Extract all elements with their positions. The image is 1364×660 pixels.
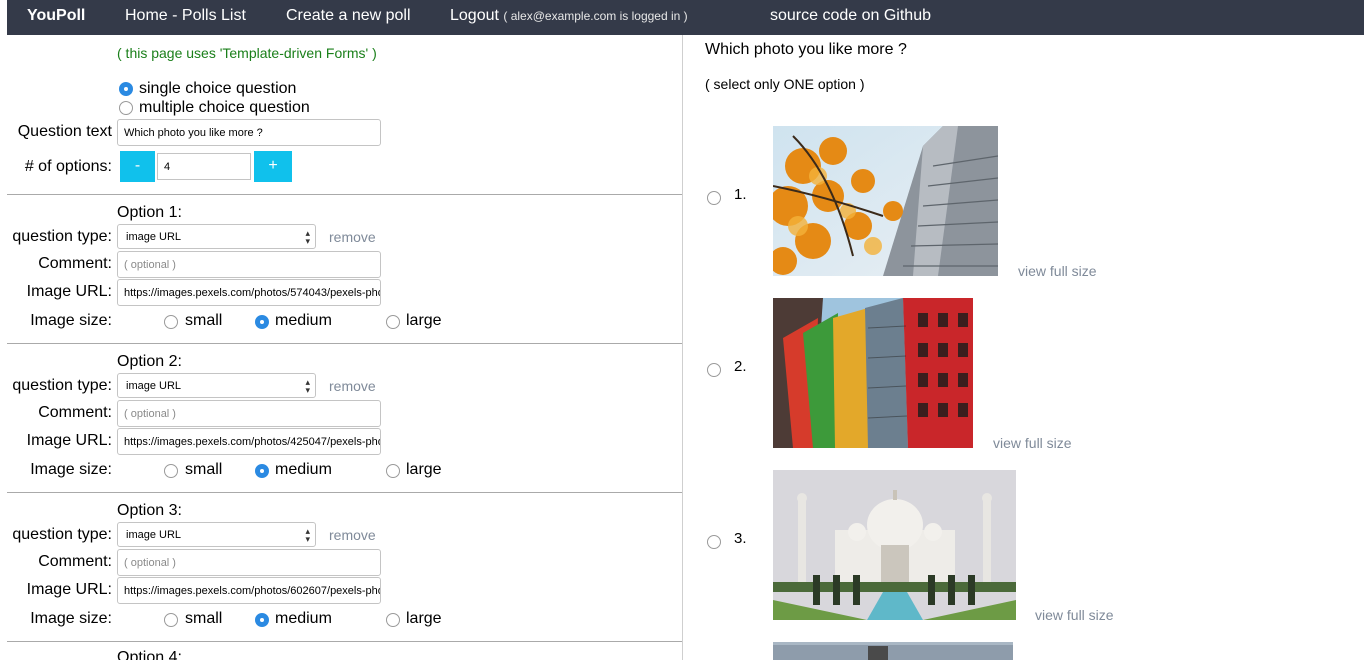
brand-link[interactable]: YouPoll [27, 7, 85, 25]
nav-logout-link[interactable]: Logout ( alex@example.com is logged in ) [450, 7, 688, 25]
divider [7, 194, 682, 195]
option-1-size-medium-radio[interactable] [255, 315, 269, 329]
option-2-comment-label: Comment: [38, 404, 112, 421]
option-2-size-medium-radio[interactable] [255, 464, 269, 478]
option-2-size-small-label: small [185, 461, 223, 478]
increase-options-button[interactable]: + [254, 151, 292, 182]
preview-option-2-view-full-link[interactable]: view full size [993, 435, 1072, 451]
option-1-comment-label: Comment: [38, 255, 112, 272]
preview-option-2-radio[interactable] [707, 363, 721, 377]
option-2-size-large-label: large [406, 461, 442, 478]
option-1-size-medium-label: medium [275, 312, 332, 329]
logout-label[interactable]: Logout [450, 7, 499, 24]
num-options-input[interactable]: 4 [157, 153, 251, 180]
option-2-url-input[interactable]: https://images.pexels.com/photos/425047/… [117, 428, 381, 455]
option-1-size-small-radio[interactable] [164, 315, 178, 329]
single-choice-radio[interactable] [119, 82, 133, 96]
option-3-type-label: question type: [12, 526, 112, 543]
option-1-title: Option 1: [117, 204, 182, 221]
preview-option-2-number: 2. [734, 358, 747, 375]
preview-option-2-photo [773, 298, 973, 448]
option-2-type-value: image URL [126, 380, 182, 392]
option-1-type-select[interactable]: image URL ▴ ▾ [117, 224, 316, 249]
chevron-updown-icon: ▴ ▾ [305, 526, 310, 544]
option-2-url-label: Image URL: [26, 432, 112, 449]
template-note: ( this page uses 'Template-driven Forms'… [117, 45, 377, 61]
option-3-url-label: Image URL: [26, 581, 112, 598]
poll-form: ( this page uses 'Template-driven Forms'… [7, 35, 683, 660]
preview-option-3-view-full-link[interactable]: view full size [1035, 607, 1114, 623]
option-3-size-medium-radio[interactable] [255, 613, 269, 627]
preview-option-1-photo [773, 126, 998, 276]
option-2-size-large-radio[interactable] [386, 464, 400, 478]
option-1-size-small-label: small [185, 312, 223, 329]
option-2-type-label: question type: [12, 377, 112, 394]
option-1-size-label: Image size: [30, 312, 112, 329]
preview-option-3-photo [773, 470, 1016, 620]
option-1-size-large-radio[interactable] [386, 315, 400, 329]
preview-option-1-radio[interactable] [707, 191, 721, 205]
option-1-remove-link[interactable]: remove [329, 229, 376, 245]
question-text-label: Question text [17, 123, 112, 140]
preview-option-1-view-full-link[interactable]: view full size [1018, 263, 1097, 279]
option-3-size-small-label: small [185, 610, 223, 627]
nav-source-link[interactable]: source code on Github [770, 7, 931, 25]
option-4-title: Option 4: [117, 649, 182, 660]
preview-option-3-number: 3. [734, 530, 747, 547]
option-1-url-label: Image URL: [26, 283, 112, 300]
option-3-size-small-radio[interactable] [164, 613, 178, 627]
option-3-title: Option 3: [117, 502, 182, 519]
divider [7, 492, 682, 493]
option-1-size-large-label: large [406, 312, 442, 329]
preview-option-3-radio[interactable] [707, 535, 721, 549]
option-1-type-label: question type: [12, 228, 112, 245]
option-2-comment-input[interactable]: ( optional ) [117, 400, 381, 427]
option-2-size-small-radio[interactable] [164, 464, 178, 478]
chevron-updown-icon: ▴ ▾ [305, 377, 310, 395]
divider [7, 641, 682, 642]
num-options-label: # of options: [24, 158, 112, 175]
divider [7, 343, 682, 344]
option-3-size-large-radio[interactable] [386, 613, 400, 627]
option-3-type-select[interactable]: image URL ▴ ▾ [117, 522, 316, 547]
top-navbar: YouPoll Home - Polls List Create a new p… [7, 0, 1364, 35]
option-2-size-medium-label: medium [275, 461, 332, 478]
option-2-title: Option 2: [117, 353, 182, 370]
option-1-url-input[interactable]: https://images.pexels.com/photos/574043/… [117, 279, 381, 306]
nav-home-link[interactable]: Home - Polls List [125, 7, 246, 25]
option-3-size-large-label: large [406, 610, 442, 627]
chevron-updown-icon: ▴ ▾ [305, 228, 310, 246]
option-3-url-input[interactable]: https://images.pexels.com/photos/602607/… [117, 577, 381, 604]
option-3-comment-input[interactable]: ( optional ) [117, 549, 381, 576]
multiple-choice-radio[interactable] [119, 101, 133, 115]
option-2-remove-link[interactable]: remove [329, 378, 376, 394]
option-3-comment-label: Comment: [38, 553, 112, 570]
option-1-type-value: image URL [126, 231, 182, 243]
preview-question: Which photo you like more ? [705, 41, 907, 58]
poll-preview: Which photo you like more ? ( select onl… [684, 35, 1364, 660]
option-3-size-label: Image size: [30, 610, 112, 627]
single-choice-label: single choice question [139, 80, 297, 97]
option-2-type-select[interactable]: image URL ▴ ▾ [117, 373, 316, 398]
option-3-size-medium-label: medium [275, 610, 332, 627]
option-3-type-value: image URL [126, 529, 182, 541]
multiple-choice-label: multiple choice question [139, 99, 310, 116]
decrease-options-button[interactable]: - [120, 151, 155, 182]
option-3-remove-link[interactable]: remove [329, 527, 376, 543]
option-1-comment-input[interactable]: ( optional ) [117, 251, 381, 278]
preview-instruction: ( select only ONE option ) [705, 76, 865, 92]
nav-create-link[interactable]: Create a new poll [286, 7, 411, 25]
question-text-input[interactable]: Which photo you like more ? [117, 119, 381, 146]
preview-option-4-photo [773, 642, 1013, 660]
option-2-size-label: Image size: [30, 461, 112, 478]
logged-in-user: ( alex@example.com is logged in ) [503, 9, 688, 23]
preview-option-1-number: 1. [734, 186, 747, 203]
